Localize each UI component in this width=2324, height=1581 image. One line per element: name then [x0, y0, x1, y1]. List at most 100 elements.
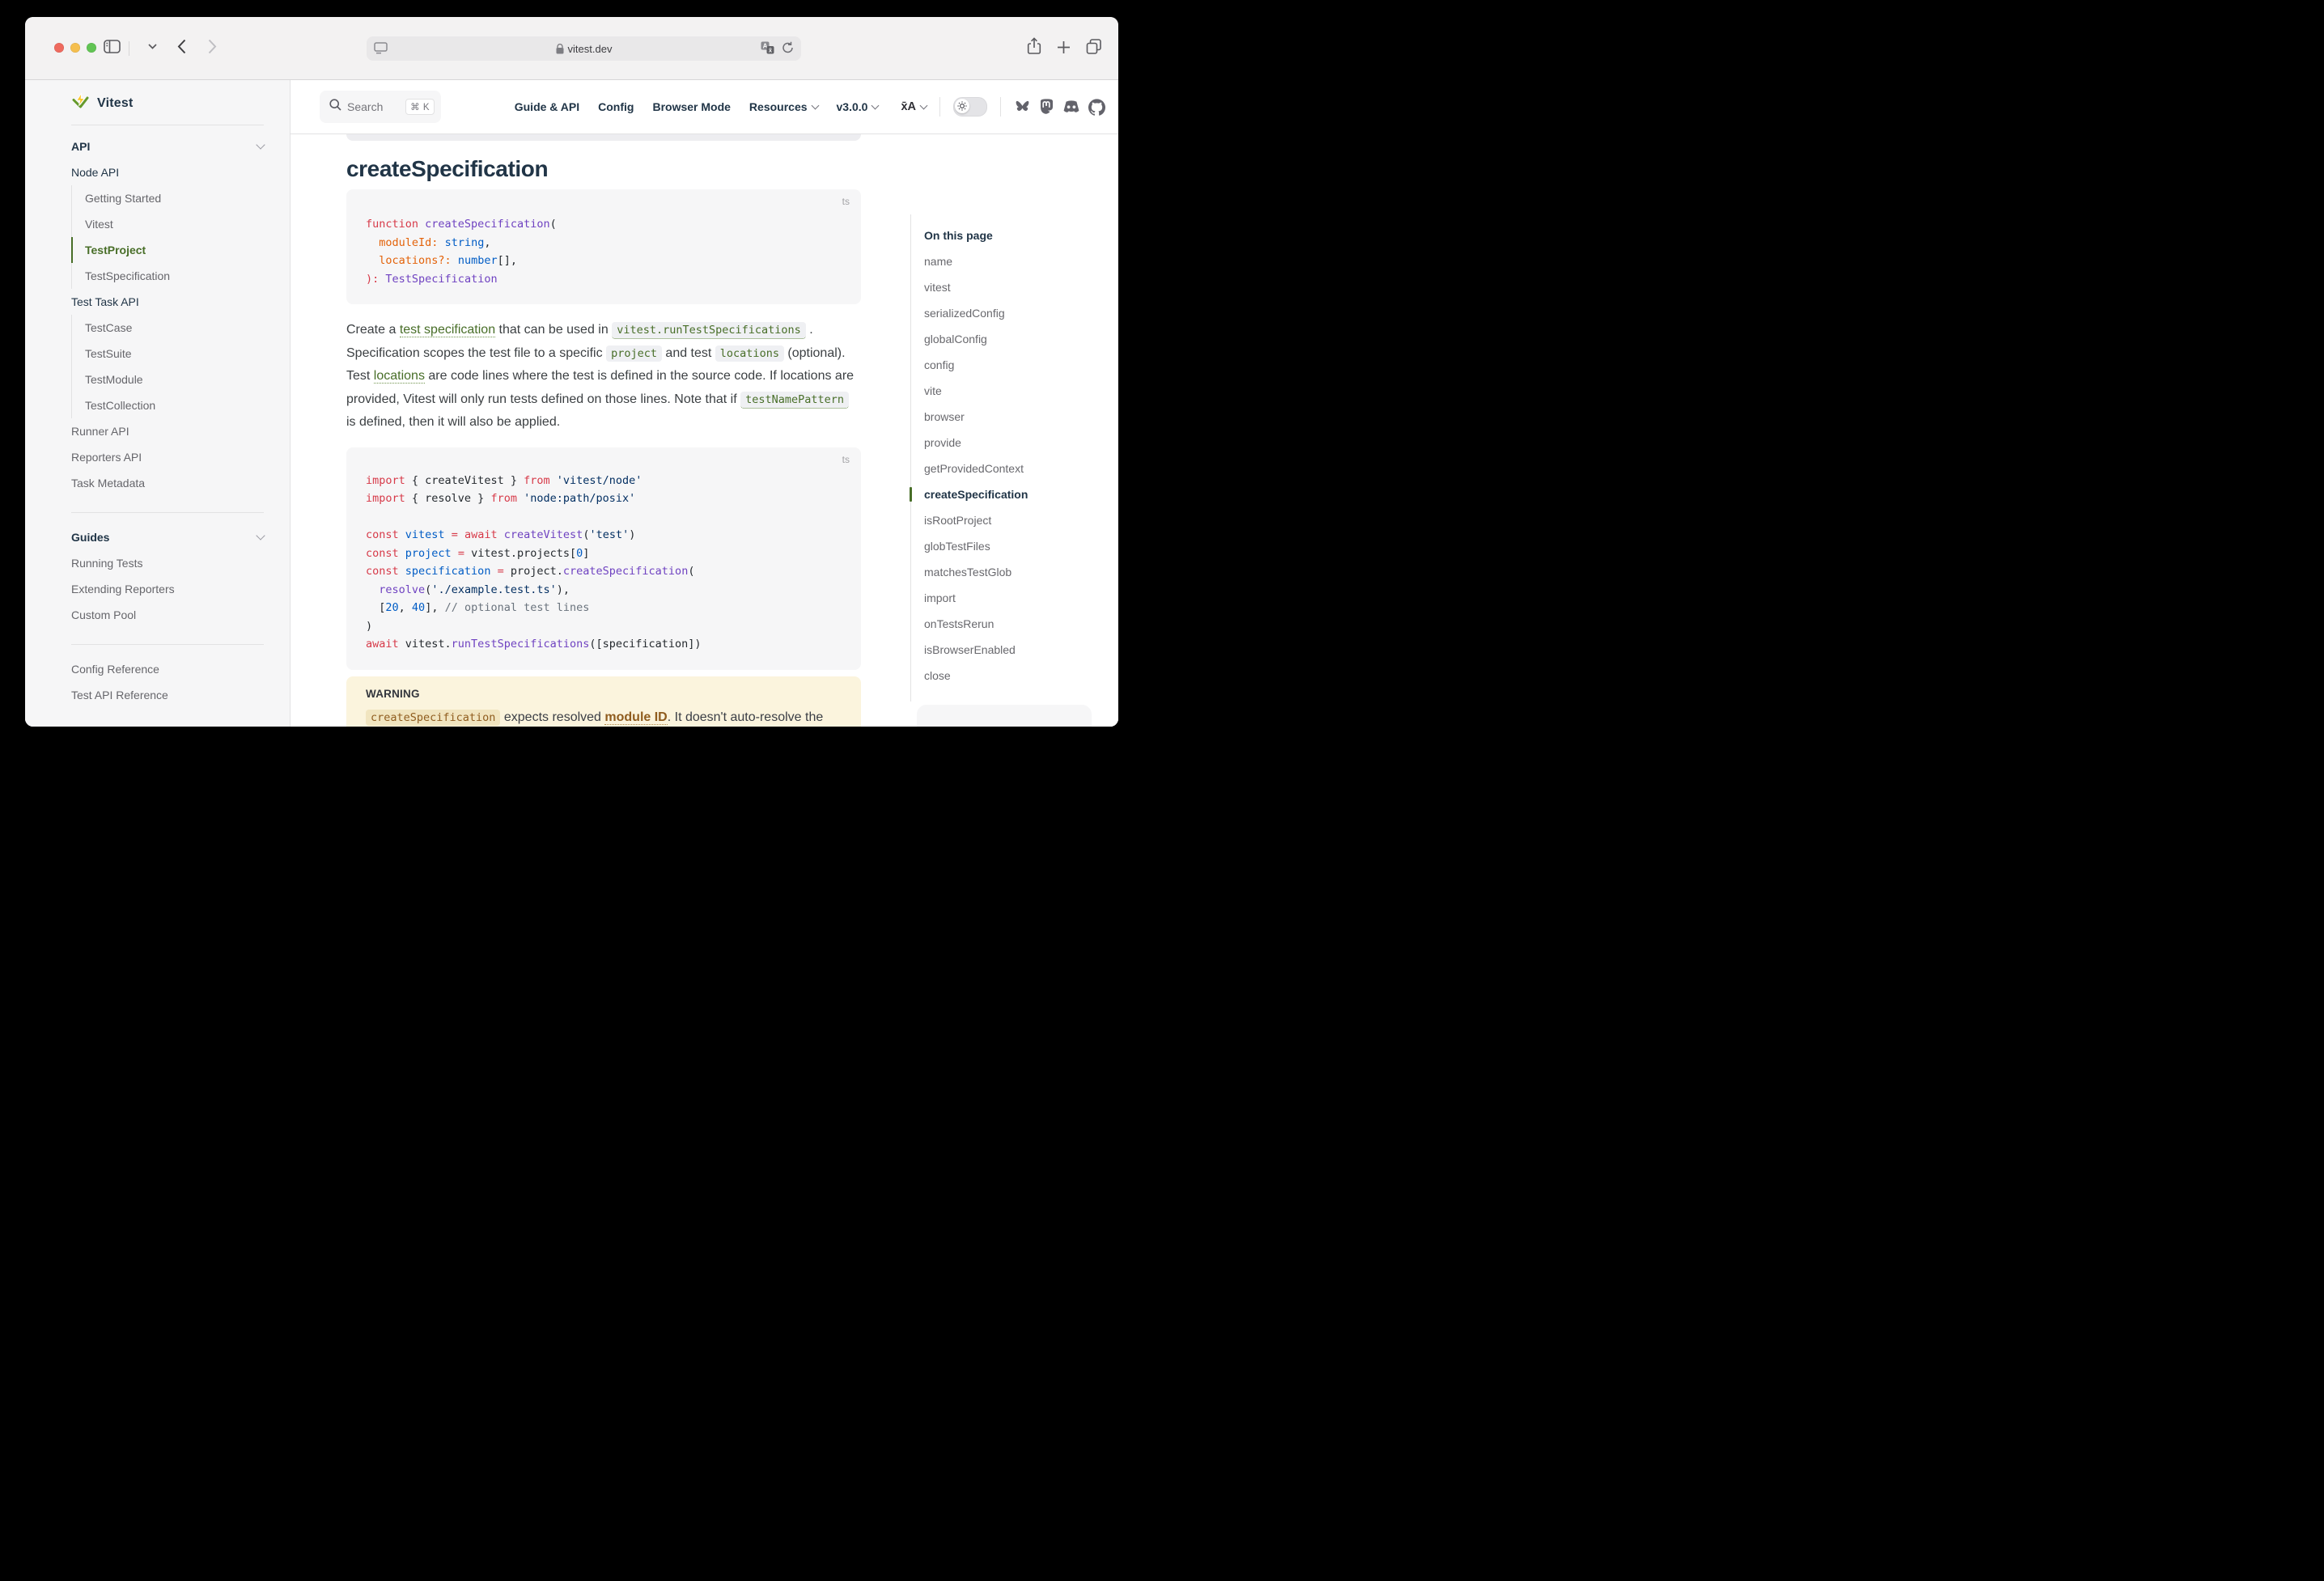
sidebar-toggle-icon[interactable] [104, 40, 121, 53]
sidebar-item-runner-api[interactable]: Runner API [71, 418, 264, 444]
language-menu[interactable]: x̄A [901, 100, 927, 113]
link-locations[interactable]: locations [374, 369, 425, 384]
toc-item-globtestfiles[interactable]: globTestFiles [924, 533, 1113, 559]
nav-menu: Guide & API Config Browser Mode Resources v3… [515, 100, 879, 113]
new-tab-icon[interactable] [1057, 40, 1071, 54]
inline-code: locations [715, 345, 784, 362]
on-this-page: On this page namevitestserializedConfigg… [910, 214, 1113, 701]
warning-callout: WARNING createSpecification expects reso… [346, 676, 861, 727]
main: Search ⌘ K Guide & API Config Browser Mode… [290, 80, 1118, 727]
sidebar-nav: APINode APIGetting StartedVitestTestProj… [71, 134, 264, 708]
chevron-down-icon [811, 101, 819, 109]
sidebar-item-task-metadata[interactable]: Task Metadata [71, 470, 264, 496]
nav-divider [1000, 97, 1001, 117]
toc-item-import[interactable]: import [924, 585, 1113, 611]
browser-toolbar: vitest.dev A x̄ [25, 17, 1118, 80]
toc-item-serializedconfig[interactable]: serializedConfig [924, 300, 1113, 326]
sidebar: Vitest APINode APIGetting StartedVitestT… [25, 80, 290, 727]
sidebar-item-running-tests[interactable]: Running Tests [71, 550, 264, 576]
sidebar-divider [71, 644, 264, 645]
inline-code: project [606, 345, 662, 362]
nav-item-v3-0-0[interactable]: v3.0.0 [837, 100, 879, 113]
sidebar-item-test-task-api: Test Task API [71, 289, 264, 315]
sidebar-item-getting-started[interactable]: Getting Started [71, 185, 264, 211]
logo[interactable]: Vitest [71, 94, 264, 113]
doc-paragraph: Create a test specification that can be … [346, 319, 861, 434]
code-text[interactable]: import { createVitest } from 'vitest/nod… [366, 472, 842, 654]
toc-title: On this page [924, 226, 1113, 245]
link-testnamepattern[interactable]: testNamePattern [740, 392, 849, 409]
sidebar-item-test-api-reference[interactable]: Test API Reference [71, 682, 264, 708]
sidebar-item-node-api: Node API [71, 159, 264, 185]
sidebar-item-testcollection[interactable]: TestCollection [71, 392, 264, 418]
toc-item-vitest[interactable]: vitest [924, 274, 1113, 300]
translate-icon: x̄A [901, 100, 916, 113]
toc-item-isbrowserenabled[interactable]: isBrowserEnabled [924, 637, 1113, 663]
theme-toggle[interactable] [953, 97, 987, 117]
desktop: vitest.dev A x̄ [0, 0, 1162, 790]
link-module-id[interactable]: module ID [604, 710, 667, 725]
sidebar-item-reporters-api[interactable]: Reporters API [71, 444, 264, 470]
zoom-window-button[interactable] [87, 43, 96, 53]
address-bar[interactable]: vitest.dev A x̄ [367, 36, 801, 61]
text-run: and test [662, 346, 715, 360]
code-line: resolve('./example.test.ts'), [366, 581, 842, 600]
toc-item-config[interactable]: config [924, 352, 1113, 378]
toc-item-ontestsrerun[interactable]: onTestsRerun [924, 611, 1113, 637]
translate-icon[interactable]: A x̄ [761, 41, 774, 54]
toc-item-name[interactable]: name [924, 248, 1113, 274]
github-icon[interactable] [1088, 99, 1105, 116]
sidebar-item-config-reference[interactable]: Config Reference [71, 656, 264, 682]
code-lang-badge: ts [842, 454, 850, 465]
sidebar-item-custom-pool[interactable]: Custom Pool [71, 602, 264, 628]
back-icon[interactable] [177, 39, 186, 54]
text-run: Create a [346, 323, 400, 337]
discord-icon[interactable] [1062, 100, 1080, 114]
reader-icon[interactable] [374, 42, 388, 54]
share-icon[interactable] [1027, 37, 1041, 55]
sidebar-item-testmodule[interactable]: TestModule [71, 367, 264, 392]
close-window-button[interactable] [54, 43, 64, 53]
sidebar-item-testcase[interactable]: TestCase [71, 315, 264, 341]
link-test-specification[interactable]: test specification [400, 323, 495, 337]
toc-item-browser[interactable]: browser [924, 404, 1113, 430]
nav-item-browser-mode[interactable]: Browser Mode [652, 100, 730, 113]
toc-item-getprovidedcontext[interactable]: getProvidedContext [924, 456, 1113, 481]
toc-item-close[interactable]: close [924, 663, 1113, 689]
toc: On this page namevitestserializedConfigg… [910, 214, 1113, 701]
toc-item-provide[interactable]: provide [924, 430, 1113, 456]
minimize-window-button[interactable] [70, 43, 80, 53]
forward-icon[interactable] [208, 39, 217, 54]
sidebar-item-guides[interactable]: Guides [71, 524, 264, 550]
url-text: vitest.dev [568, 43, 613, 55]
chevron-down-icon[interactable] [148, 44, 157, 49]
sidebar-item-extending-reporters[interactable]: Extending Reporters [71, 576, 264, 602]
toc-item-createspecification[interactable]: createSpecification [924, 481, 1113, 507]
nav-item-config[interactable]: Config [598, 100, 634, 113]
nav-item-label: Resources [749, 100, 808, 113]
sidebar-item-testproject[interactable]: TestProject [71, 237, 264, 263]
sponsor-card[interactable]: </> [917, 705, 1092, 727]
sidebar-item-api[interactable]: API [71, 134, 264, 159]
toc-item-vite[interactable]: vite [924, 378, 1113, 404]
tabs-icon[interactable] [1086, 39, 1103, 55]
toc-item-globalconfig[interactable]: globalConfig [924, 326, 1113, 352]
nav-item-resources[interactable]: Resources [749, 100, 818, 113]
toc-item-matchestestglob[interactable]: matchesTestGlob [924, 559, 1113, 585]
code-line: const specification = project.createSpec… [366, 562, 842, 581]
code-line: locations?: number[], [366, 252, 842, 270]
code-line: await vitest.runTestSpecifications([spec… [366, 635, 842, 654]
code-line: function createSpecification( [366, 215, 842, 234]
search-input[interactable]: Search ⌘ K [320, 91, 441, 123]
logo-text: Vitest [97, 96, 133, 111]
sidebar-item-testsuite[interactable]: TestSuite [71, 341, 264, 367]
sidebar-item-vitest[interactable]: Vitest [71, 211, 264, 237]
code-text[interactable]: function createSpecification( moduleId: … [366, 215, 842, 288]
nav-item-guide-api[interactable]: Guide & API [515, 100, 579, 113]
link-vitest-runtestspecifications[interactable]: vitest.runTestSpecifications [612, 322, 806, 339]
sidebar-item-testspecification[interactable]: TestSpecification [71, 263, 264, 289]
toc-item-isrootproject[interactable]: isRootProject [924, 507, 1113, 533]
mastodon-icon[interactable] [1039, 99, 1054, 115]
reload-icon[interactable] [782, 41, 794, 54]
bluesky-icon[interactable] [1014, 100, 1031, 115]
